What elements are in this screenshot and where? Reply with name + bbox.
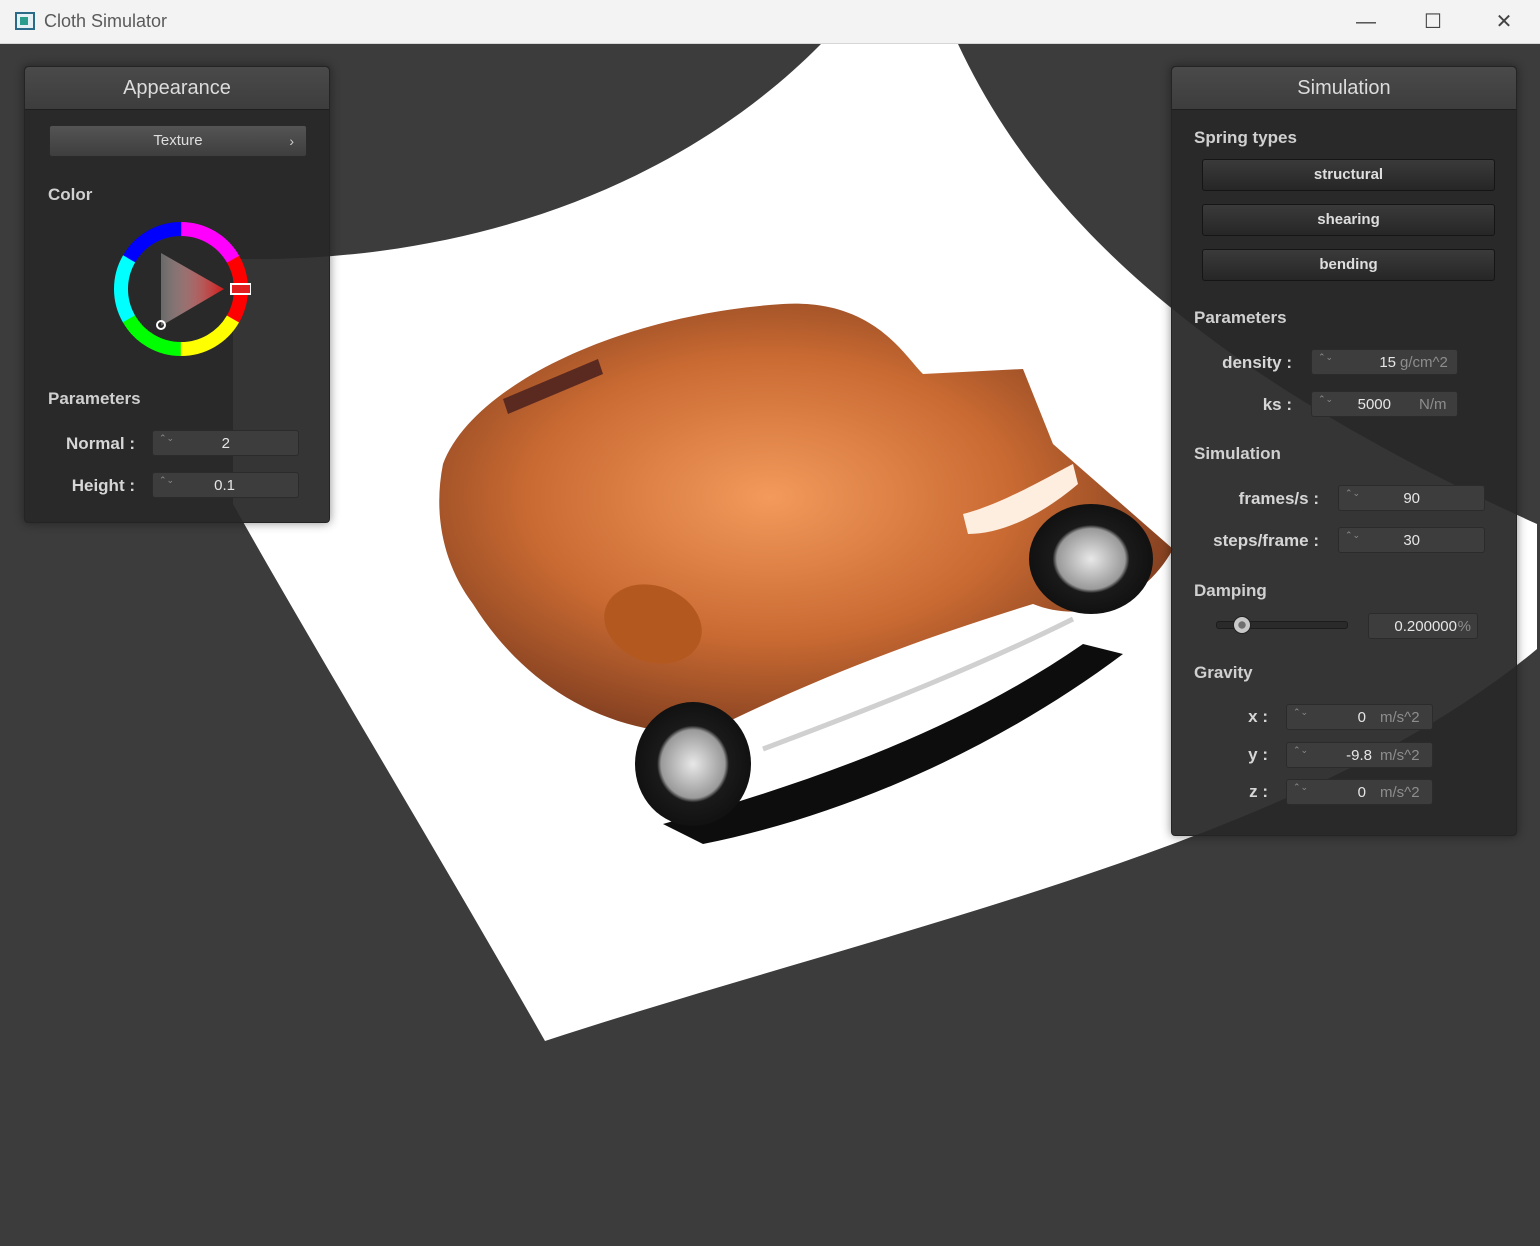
ks-input[interactable]: ⌃⌄ 5000 N/m — [1311, 391, 1458, 417]
saturation-triangle — [161, 253, 224, 326]
spin-icon[interactable]: ⌃⌄ — [1345, 489, 1360, 498]
damping-unit: % — [1457, 618, 1471, 635]
density-value: 15 — [1379, 354, 1396, 371]
gravity-z-input[interactable]: ⌃⌄ 0 m/s^2 — [1286, 779, 1433, 805]
height-label: Height : — [71, 476, 135, 495]
chevron-right-icon: › — [289, 133, 294, 149]
window-title: Cloth Simulator — [44, 11, 168, 31]
spin-icon[interactable]: ⌃⌄ — [1318, 353, 1333, 362]
hue-marker — [230, 283, 251, 295]
ks-unit: N/m — [1419, 396, 1447, 413]
gravity-z-unit: m/s^2 — [1380, 784, 1420, 801]
gravity-x-unit: m/s^2 — [1380, 709, 1420, 726]
normal-input[interactable]: ⌃⌄ 2 — [152, 430, 299, 456]
appearance-panel: Appearance Texture › Color Parameters No… — [24, 66, 330, 523]
gravity-x-label: x : — [1248, 707, 1268, 726]
simulation-section-label: Simulation — [1194, 444, 1281, 463]
steps-input[interactable]: ⌃⌄ 30 — [1338, 527, 1485, 553]
spin-icon[interactable]: ⌃⌄ — [159, 476, 174, 485]
density-unit: g/cm^2 — [1400, 354, 1448, 371]
shearing-toggle[interactable]: shearing — [1202, 204, 1495, 236]
maximize-button[interactable]: ☐ — [1413, 6, 1453, 38]
gravity-x-input[interactable]: ⌃⌄ 0 m/s^2 — [1286, 704, 1433, 730]
simulation-panel: Simulation Spring types structural shear… — [1171, 66, 1517, 836]
gravity-z-value: 0 — [1357, 784, 1366, 801]
spin-icon[interactable]: ⌃⌄ — [1318, 395, 1333, 404]
steps-value: 30 — [1403, 532, 1420, 549]
height-input[interactable]: ⌃⌄ 0.1 — [152, 472, 299, 498]
height-value: 0.1 — [214, 477, 235, 494]
sim-parameters-label: Parameters — [1194, 308, 1287, 327]
appearance-panel-title[interactable]: Appearance — [25, 67, 329, 110]
close-button[interactable]: ✕ — [1484, 6, 1524, 38]
app-icon — [15, 12, 35, 30]
texture-button[interactable]: Texture › — [49, 125, 307, 157]
spin-icon[interactable]: ⌃⌄ — [1293, 783, 1308, 792]
normal-value: 2 — [221, 435, 230, 452]
gravity-y-value: -9.8 — [1346, 747, 1372, 764]
structural-toggle[interactable]: structural — [1202, 159, 1495, 191]
bending-toggle[interactable]: bending — [1202, 249, 1495, 281]
gravity-y-input[interactable]: ⌃⌄ -9.8 m/s^2 — [1286, 742, 1433, 768]
ks-value: 5000 — [1357, 396, 1391, 413]
color-label: Color — [48, 185, 93, 204]
damping-slider-handle[interactable] — [1233, 616, 1251, 634]
spin-icon[interactable]: ⌃⌄ — [1293, 746, 1308, 755]
density-input[interactable]: ⌃⌄ 15 g/cm^2 — [1311, 349, 1458, 375]
ks-label: ks : — [1262, 395, 1292, 414]
normal-label: Normal : — [66, 434, 135, 453]
spring-types-label: Spring types — [1194, 128, 1297, 147]
appearance-parameters-label: Parameters — [48, 389, 141, 408]
texture-wheel-rear — [635, 702, 751, 826]
gravity-y-unit: m/s^2 — [1380, 747, 1420, 764]
fps-input[interactable]: ⌃⌄ 90 — [1338, 485, 1485, 511]
steps-label: steps/frame : — [1213, 531, 1319, 550]
texture-button-label: Texture — [153, 132, 203, 149]
spin-icon[interactable]: ⌃⌄ — [159, 434, 174, 443]
spin-icon[interactable]: ⌃⌄ — [1293, 708, 1308, 717]
spin-icon[interactable]: ⌃⌄ — [1345, 531, 1360, 540]
gravity-y-label: y : — [1248, 745, 1268, 764]
damping-value: 0.200000 — [1394, 618, 1457, 635]
gravity-x-value: 0 — [1357, 709, 1366, 726]
texture-wheel-front — [1029, 504, 1153, 614]
fps-label: frames/s : — [1238, 489, 1319, 508]
gravity-label: Gravity — [1194, 663, 1253, 682]
minimize-button[interactable]: — — [1346, 6, 1386, 38]
simulation-panel-title[interactable]: Simulation — [1172, 67, 1516, 110]
damping-input[interactable]: 0.200000 % — [1368, 613, 1478, 639]
damping-label: Damping — [1194, 581, 1267, 600]
color-wheel[interactable] — [111, 219, 251, 359]
fps-value: 90 — [1403, 490, 1420, 507]
title-bar: Cloth Simulator — ☐ ✕ — [0, 0, 1540, 44]
gravity-z-label: z : — [1249, 782, 1268, 801]
density-label: density : — [1222, 353, 1292, 372]
